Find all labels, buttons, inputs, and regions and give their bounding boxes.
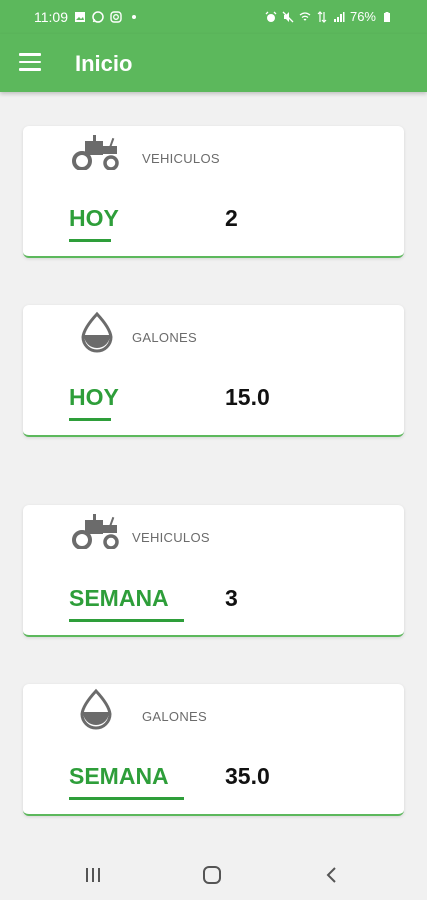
tractor-icon [72,135,119,170]
period-label: HOY [69,384,119,410]
app-bar: Inicio [0,34,427,92]
card-label: GALONES [142,709,207,724]
period-label: SEMANA [69,763,169,789]
battery-icon [384,11,390,22]
status-bar: 11:09 76% [0,0,427,34]
alarm-icon [265,11,277,22]
menu-icon[interactable] [19,53,41,73]
wifi-icon [299,11,311,20]
card-vehiculos-semana[interactable]: VEHICULOS SEMANA 3 [23,505,404,637]
period-underline [69,619,184,622]
card-galones-semana[interactable]: GALONES SEMANA 35.0 [23,684,404,816]
card-galones-hoy[interactable]: GALONES HOY 15.0 [23,305,404,437]
card-label: VEHICULOS [132,530,210,545]
gallery-icon [75,12,85,22]
period-underline [69,418,111,421]
battery-percent: 76% [349,9,376,24]
data-icon [317,10,327,23]
tractor-icon [72,514,119,549]
card-label: GALONES [132,330,197,345]
instagram-icon [110,11,122,23]
period-underline [69,239,111,242]
signal-icon [333,11,345,22]
drop-icon [81,311,113,353]
status-time: 11:09 [34,9,68,25]
dot-icon [132,15,136,19]
status-right: 76% [265,9,393,24]
status-left: 11:09 [34,9,140,25]
period-label: HOY [69,205,119,231]
drop-icon [80,688,112,730]
period-underline [69,797,184,800]
whatsapp-icon [92,11,104,23]
card-value: 15.0 [225,384,270,410]
system-nav-bar [0,850,427,900]
mute-icon [282,11,294,22]
card-value: 35.0 [225,763,270,789]
back-icon[interactable] [321,864,343,886]
home-icon[interactable] [201,864,223,886]
card-label: VEHICULOS [142,151,220,166]
card-value: 2 [225,205,238,231]
recents-icon[interactable] [82,864,104,886]
page-title: Inicio [75,51,133,76]
card-vehiculos-hoy[interactable]: VEHICULOS HOY 2 [23,126,404,258]
period-label: SEMANA [69,585,169,611]
card-value: 3 [225,585,238,611]
